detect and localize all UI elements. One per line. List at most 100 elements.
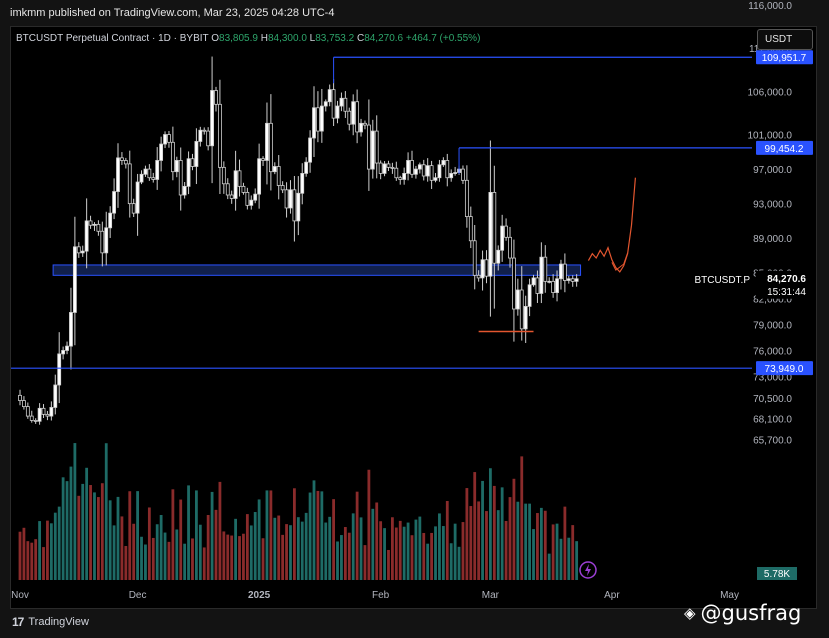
y-tick-label: 76,000.0 bbox=[753, 346, 792, 357]
candle-up bbox=[253, 193, 258, 201]
candlestick-chart[interactable]: 116,000.0111,000.0106,000.0101,000.097,0… bbox=[0, 0, 829, 638]
volume-bar bbox=[195, 490, 198, 580]
candle-up bbox=[37, 407, 42, 422]
candle-down bbox=[123, 160, 128, 165]
volume-bar bbox=[85, 467, 89, 580]
volume-bar bbox=[461, 522, 465, 580]
candle-down bbox=[127, 163, 132, 205]
candle-down bbox=[512, 257, 516, 310]
candle-down bbox=[276, 166, 281, 186]
volume-bar bbox=[187, 485, 190, 580]
volume-bar bbox=[516, 501, 520, 580]
volume-bar bbox=[414, 519, 418, 580]
candle-up bbox=[382, 163, 387, 174]
volume-bar bbox=[245, 514, 249, 580]
volume-bar bbox=[485, 511, 488, 580]
volume-bar bbox=[238, 536, 241, 580]
volume-bar bbox=[112, 525, 116, 580]
candle-down bbox=[88, 220, 93, 226]
legend-part: H bbox=[258, 33, 268, 44]
candle-down bbox=[316, 107, 320, 132]
candle-down bbox=[120, 157, 124, 161]
volume-bar bbox=[496, 510, 500, 580]
candle-up bbox=[257, 158, 262, 195]
candle-up bbox=[84, 220, 89, 252]
candle-up bbox=[135, 181, 140, 214]
volume-bar bbox=[104, 443, 108, 580]
volume-bar bbox=[438, 513, 441, 580]
volume-bar bbox=[563, 506, 567, 580]
tradingview-mark-icon: 17 bbox=[12, 615, 24, 629]
volume-bar bbox=[257, 499, 261, 580]
volume-bar bbox=[359, 517, 363, 580]
volume-bar bbox=[285, 524, 288, 580]
volume-bar bbox=[363, 545, 367, 580]
volume-bar bbox=[340, 535, 343, 580]
volume-bar bbox=[42, 547, 45, 580]
volume-bar bbox=[426, 543, 430, 580]
candle-down bbox=[386, 163, 391, 168]
y-tick-label: 97,000.0 bbox=[753, 165, 792, 176]
candle-up bbox=[433, 177, 438, 181]
candle-down bbox=[225, 183, 230, 196]
volume-bar bbox=[371, 508, 375, 580]
volume-bar bbox=[230, 535, 234, 580]
candle-up bbox=[139, 173, 144, 183]
candle-up bbox=[453, 172, 458, 174]
candle-up bbox=[417, 164, 422, 170]
author-handle: @gusfrag bbox=[700, 601, 802, 625]
candle-down bbox=[410, 160, 414, 175]
volume-bar bbox=[304, 512, 308, 580]
volume-bar bbox=[108, 500, 112, 580]
candle-up bbox=[402, 173, 407, 180]
volume-bar bbox=[406, 522, 410, 580]
volume-bar bbox=[18, 531, 22, 580]
volume-bar bbox=[120, 516, 124, 580]
candle-down bbox=[25, 406, 30, 417]
candle-down bbox=[29, 415, 34, 421]
volume-bar bbox=[49, 523, 53, 580]
candle-down bbox=[284, 189, 289, 209]
tradingview-brand: TradingView bbox=[28, 616, 89, 628]
volume-bar bbox=[144, 544, 147, 580]
candle-up bbox=[108, 212, 113, 229]
candle-up bbox=[555, 278, 559, 293]
currency-button[interactable]: USDT bbox=[757, 29, 813, 50]
volume-bar bbox=[30, 542, 34, 580]
tradingview-logo[interactable]: 17 TradingView bbox=[12, 615, 89, 629]
volume-bar bbox=[418, 516, 422, 580]
volume-bar bbox=[34, 539, 38, 580]
y-tick-label: 70,500.0 bbox=[753, 394, 792, 405]
candle-up bbox=[182, 185, 187, 196]
y-tick-label: 93,000.0 bbox=[753, 200, 792, 211]
candle-up bbox=[370, 130, 375, 170]
volume-bar bbox=[159, 515, 163, 580]
volume-bar bbox=[555, 523, 559, 580]
candle-down bbox=[170, 141, 175, 173]
candle-up bbox=[449, 173, 454, 179]
candle-up bbox=[210, 90, 214, 147]
volume-bar bbox=[508, 497, 512, 580]
candle-down bbox=[476, 274, 481, 279]
volume-bar bbox=[97, 497, 100, 580]
candle-down bbox=[100, 230, 105, 254]
legend-line: BTCUSDT Perpetual Contract · 1D · BYBIT … bbox=[16, 33, 480, 44]
volume-bar bbox=[398, 520, 402, 580]
volume-badge-label: 5.78K bbox=[764, 569, 790, 580]
candle-down bbox=[221, 166, 226, 185]
candle-down bbox=[472, 240, 477, 276]
volume-bar bbox=[351, 513, 355, 580]
candle-down bbox=[76, 246, 81, 254]
volume-bar bbox=[575, 541, 579, 580]
candle-down bbox=[508, 236, 512, 259]
candle-up bbox=[515, 289, 520, 310]
volume-bar bbox=[128, 491, 132, 580]
candle-up bbox=[265, 122, 269, 161]
volume-bar bbox=[312, 480, 316, 580]
volume-bar bbox=[524, 503, 528, 580]
candle-up bbox=[574, 278, 579, 282]
candle-down bbox=[245, 192, 250, 206]
x-tick-label: Mar bbox=[482, 590, 500, 601]
volume-bar bbox=[273, 517, 277, 580]
volume-bar bbox=[387, 549, 390, 580]
